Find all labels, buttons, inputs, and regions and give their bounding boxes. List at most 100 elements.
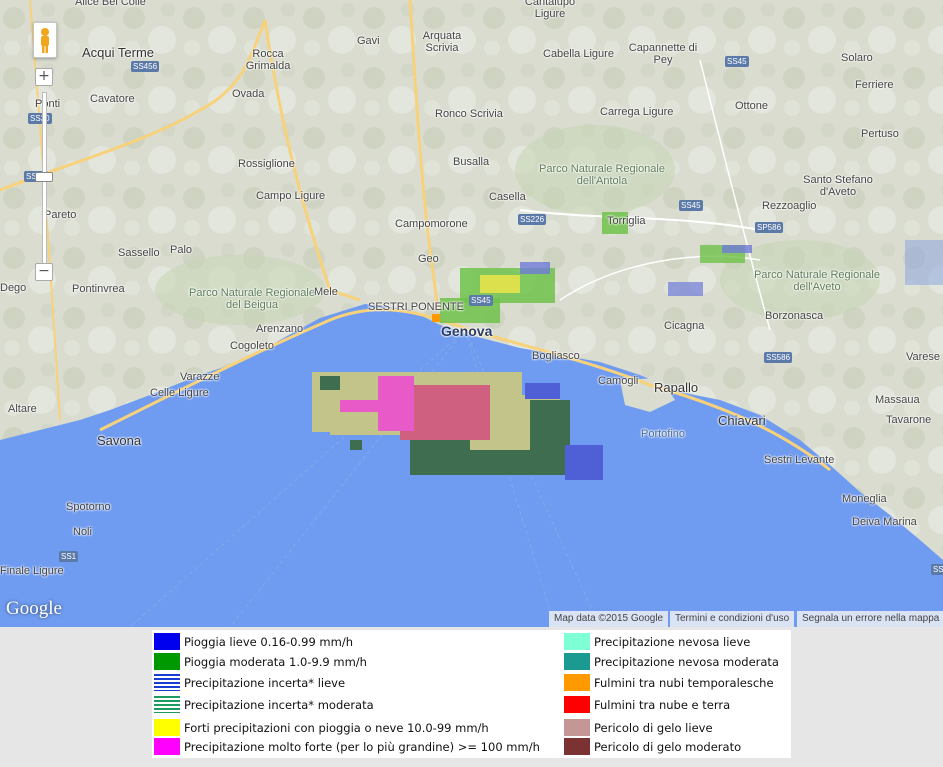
place-label: Altare	[8, 403, 37, 415]
legend-row: Pericolo di gelo moderato	[564, 738, 741, 755]
legend-row: Forti precipitazioni con pioggia o neve …	[154, 719, 489, 736]
legend-row: Precipitazione nevosa moderata	[564, 653, 779, 670]
legend-swatch	[564, 674, 590, 691]
legend-label: Fulmini tra nube e terra	[594, 697, 731, 712]
place-label: SESTRI PONENTE	[368, 301, 464, 313]
legend-row: Precipitazione molto forte (per lo più g…	[154, 738, 540, 755]
place-label: Sestri Levante	[764, 454, 835, 466]
place-label: Savona	[97, 433, 142, 448]
pegman-icon	[41, 28, 49, 53]
road-shield: SP586	[755, 222, 784, 233]
place-label: Parco Naturale Regionale del Beigua	[189, 287, 315, 311]
place-label: Portofino	[641, 428, 686, 440]
place-label: Ottone	[735, 100, 769, 112]
place-label: Mele	[314, 286, 338, 298]
place-label: Parco Naturale Regionale dell'Antola	[539, 163, 665, 187]
weather-radar-map[interactable]: Alice Bel Colle Acqui Terme Cavatore Ponti R…	[0, 0, 943, 627]
google-logo: Google	[6, 598, 62, 619]
legend-label: Fulmini tra nubi temporalesche	[594, 675, 774, 690]
legend-label: Pioggia lieve 0.16-0.99 mm/h	[184, 634, 353, 649]
place-label: Geo	[418, 253, 439, 265]
place-label: Pontinvrea	[72, 283, 125, 295]
road-shield: SS1	[931, 564, 943, 575]
legend-label: Pioggia moderata 1.0-9.9 mm/h	[184, 654, 367, 669]
place-label: Genova	[441, 323, 493, 339]
place-label: Celle Ligure	[150, 387, 209, 399]
road-shield: SS226	[518, 214, 547, 225]
legend-swatch	[154, 738, 180, 755]
legend-label: Pericolo di gelo moderato	[594, 739, 742, 754]
zoom-out-button[interactable]: −	[35, 263, 53, 281]
place-label: Sassello	[118, 247, 160, 259]
place-label: Varese	[906, 351, 941, 363]
legend-swatch	[564, 633, 590, 650]
road-shield: SS45	[679, 200, 703, 211]
place-label: Tavarone	[886, 414, 932, 426]
place-label: Cantalupo Ligure	[524, 0, 576, 20]
place-label: Busalla	[453, 156, 490, 168]
legend-row: Precipitazione nevosa lieve	[564, 633, 750, 650]
legend-row: Fulmini tra nube e terra	[564, 696, 730, 713]
place-label: Varazze	[180, 371, 220, 383]
legend-swatch	[154, 696, 180, 713]
place-label: Cogoleto	[230, 340, 275, 352]
place-label: Cabella Ligure	[543, 48, 614, 60]
place-label: Bogliasco	[532, 350, 580, 362]
legend-label: Pericolo di gelo lieve	[594, 720, 713, 735]
place-label: Parco Naturale Regionale dell'Aveto	[754, 269, 880, 293]
place-label: Deiva Marina	[852, 516, 917, 528]
place-label: Palo	[170, 244, 193, 256]
place-label: Arquata Scrivia	[422, 30, 462, 54]
map-data-attribution: Map data ©2015 Google	[549, 611, 669, 627]
legend-row: Precipitazione incerta* moderata	[154, 696, 374, 713]
place-label: Ronco Scrivia	[435, 108, 503, 120]
place-label: Noli	[73, 526, 92, 538]
road-shield: SS1	[59, 551, 79, 562]
precipitation-legend: Pioggia lieve 0.16-0.99 mm/h Pioggia mode…	[152, 630, 791, 758]
zoom-slider-handle[interactable]	[35, 172, 53, 182]
legend-row: Pericolo di gelo lieve	[564, 719, 713, 736]
legend-label: Precipitazione nevosa lieve	[594, 634, 751, 649]
road-shield: SS30	[28, 113, 52, 124]
place-label: Pareto	[44, 209, 77, 221]
place-label: Acqui Terme	[82, 45, 155, 60]
legend-swatch	[154, 633, 180, 650]
place-label: Solaro	[841, 52, 873, 64]
place-label: Carrega Ligure	[600, 106, 674, 118]
zoom-in-button[interactable]: +	[35, 68, 53, 86]
legend-swatch	[564, 719, 590, 736]
place-label: Cicagna	[664, 320, 705, 332]
legend-swatch	[154, 719, 180, 736]
place-label: Pertuso	[861, 128, 899, 140]
place-label: Ferriere	[855, 79, 894, 91]
legend-swatch	[564, 696, 590, 713]
road-shield: SS45	[725, 56, 749, 67]
legend-row: Pioggia lieve 0.16-0.99 mm/h	[154, 633, 353, 650]
place-label: Santo Stefano d'Aveto	[803, 174, 873, 198]
place-label: Borzonasca	[765, 310, 824, 322]
place-label: Rezzoaglio	[762, 200, 817, 212]
place-label: Dego	[0, 282, 27, 294]
place-label: Torriglia	[607, 215, 646, 227]
place-label: Rocca Grimalda	[245, 48, 291, 72]
place-label: Camogli	[598, 375, 639, 387]
place-label: Moneglia	[842, 493, 887, 505]
place-label: Capannette di Pey	[628, 42, 698, 66]
place-label: Rapallo	[654, 380, 699, 395]
legend-label: Precipitazione molto forte (per lo più g…	[184, 739, 540, 754]
street-view-pegman[interactable]	[33, 22, 57, 58]
terms-link[interactable]: Termini e condizioni d'uso	[670, 611, 795, 627]
road-shield: SS586	[764, 352, 793, 363]
legend-row: Pioggia moderata 1.0-9.9 mm/h	[154, 653, 367, 670]
place-label: Alice Bel Colle	[75, 0, 146, 8]
place-label: Chiavari	[718, 413, 766, 428]
legend-swatch	[154, 674, 180, 691]
place-label: Massaua	[875, 394, 920, 406]
legend-label: Forti precipitazioni con pioggia o neve …	[184, 720, 489, 735]
place-label: Gavi	[357, 35, 380, 47]
legend-label: Precipitazione incerta* moderata	[184, 697, 374, 712]
place-label: Casella	[489, 191, 526, 203]
legend-label: Precipitazione nevosa moderata	[594, 654, 779, 669]
report-error-link[interactable]: Segnala un errore nella mappa	[797, 611, 943, 627]
place-label: Rossiglione	[238, 158, 295, 170]
